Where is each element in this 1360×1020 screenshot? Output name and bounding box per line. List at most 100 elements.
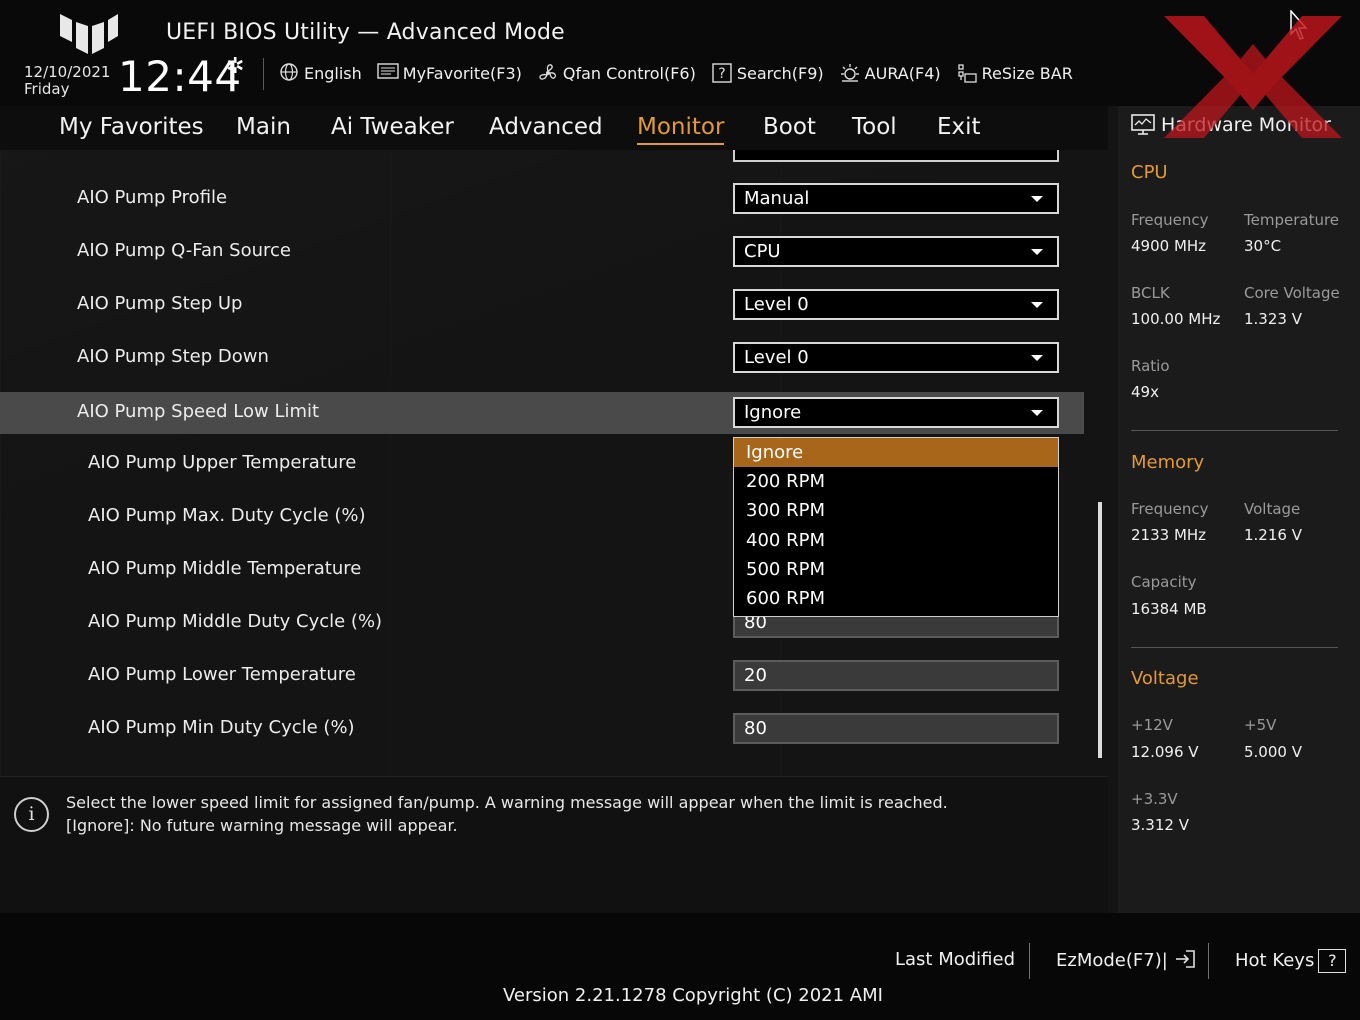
- header-divider: [263, 58, 264, 90]
- chevron-down-icon: [1031, 249, 1043, 255]
- memory-heading: Memory: [1131, 452, 1205, 473]
- memory-voltage-value: 1.216 V: [1244, 526, 1302, 544]
- chevron-down-icon: [1031, 302, 1043, 308]
- myfavorite-button[interactable]: MyFavorite(F3): [377, 62, 522, 84]
- core-voltage-value: 1.323 V: [1244, 310, 1302, 328]
- tab-my-favorites[interactable]: My Favorites: [59, 114, 204, 140]
- select-value: Level 0: [744, 294, 809, 315]
- date-display: 12/10/2021 Friday: [24, 64, 110, 98]
- setting-label: AIO Pump Profile: [77, 187, 228, 208]
- tab-exit[interactable]: Exit: [937, 114, 981, 140]
- aura-icon: [839, 62, 861, 84]
- resize-bar-button[interactable]: ReSize BAR: [956, 62, 1073, 84]
- select-value: Ignore: [744, 402, 802, 423]
- scrollbar[interactable]: [1098, 502, 1102, 758]
- select-value: Manual: [744, 188, 810, 209]
- lower-temperature-input[interactable]: 20: [733, 660, 1059, 691]
- setting-label: AIO Pump Q-Fan Source: [77, 240, 291, 261]
- setting-label: AIO Pump Lower Temperature: [88, 664, 356, 685]
- step-up-select[interactable]: Level 0: [733, 289, 1059, 320]
- hot-keys-button[interactable]: Hot Keys?: [1235, 949, 1347, 973]
- qfan-source-select[interactable]: CPU: [733, 236, 1059, 267]
- globe-icon: [278, 62, 300, 84]
- setting-label: AIO Pump Step Up: [77, 293, 243, 314]
- setting-row-step-up[interactable]: AIO Pump Step Up Level 0: [0, 284, 1084, 326]
- dropdown-option[interactable]: 200 RPM: [734, 467, 1058, 496]
- aura-button[interactable]: AURA(F4): [839, 62, 941, 84]
- tab-main[interactable]: Main: [236, 114, 291, 140]
- chevron-down-icon: [1031, 410, 1043, 416]
- footer-divider: [1208, 943, 1209, 979]
- setting-row-qfan-source[interactable]: AIO Pump Q-Fan Source CPU: [0, 231, 1084, 273]
- setting-label: AIO Pump Min Duty Cycle (%): [88, 717, 355, 738]
- main-tabs: My Favorites Main Ai Tweaker Advanced Mo…: [0, 106, 1108, 150]
- monitor-icon: [1131, 114, 1155, 135]
- tab-tool[interactable]: Tool: [852, 114, 897, 140]
- dropdown-option[interactable]: 300 RPM: [734, 496, 1058, 525]
- search-button[interactable]: ? Search(F9): [711, 62, 824, 84]
- fan-icon: [537, 62, 559, 84]
- qfan-control-label: Qfan Control(F6): [562, 63, 696, 83]
- setting-label: AIO Pump Step Down: [77, 346, 269, 367]
- resize-bar-label: ReSize BAR: [981, 63, 1073, 83]
- ezmode-button[interactable]: EzMode(F7)|: [1056, 949, 1196, 971]
- language-button[interactable]: English: [278, 62, 362, 84]
- memory-frequency-value: 2133 MHz: [1131, 526, 1207, 544]
- setting-row-step-down[interactable]: AIO Pump Step Down Level 0: [0, 337, 1084, 379]
- tab-advanced[interactable]: Advanced: [489, 114, 603, 140]
- voltage-heading: Voltage: [1131, 668, 1199, 689]
- capacity-label: Capacity: [1131, 573, 1197, 591]
- memory-frequency-label: Frequency: [1131, 500, 1209, 518]
- qfan-control-button[interactable]: Qfan Control(F6): [537, 62, 696, 84]
- dropdown-option[interactable]: 400 RPM: [734, 526, 1058, 555]
- cpu-temperature-value: 30°C: [1244, 237, 1282, 255]
- header: UEFI BIOS Utility — Advanced Mode 12/10/…: [0, 0, 1360, 106]
- setting-label: AIO Pump Upper Temperature: [88, 452, 357, 473]
- v33-value: 3.312 V: [1131, 816, 1189, 834]
- setting-row-min-duty-cycle[interactable]: AIO Pump Min Duty Cycle (%) 80: [0, 708, 1084, 750]
- bclk-value: 100.00 MHz: [1131, 310, 1221, 328]
- hardware-monitor-label: Hardware Monitor: [1161, 114, 1331, 136]
- setting-row-pump-profile[interactable]: AIO Pump Profile Manual: [0, 178, 1084, 220]
- section-divider: [1131, 430, 1338, 431]
- v33-label: +3.3V: [1131, 790, 1178, 808]
- setting-label: AIO Pump Speed Low Limit: [77, 401, 320, 422]
- search-icon: ?: [711, 62, 733, 84]
- tab-boot[interactable]: Boot: [763, 114, 816, 140]
- last-modified-button[interactable]: Last Modified: [895, 949, 1015, 970]
- pump-profile-select[interactable]: Manual: [733, 183, 1059, 214]
- hardware-monitor-panel: Hardware Monitor CPU Frequency Temperatu…: [1118, 106, 1360, 913]
- setting-row-speed-low-limit[interactable]: AIO Pump Speed Low Limit Ignore: [0, 392, 1084, 434]
- ratio-label: Ratio: [1131, 357, 1170, 375]
- cpu-temperature-label: Temperature: [1244, 211, 1340, 229]
- select-value: CPU: [744, 241, 781, 262]
- v5-value: 5.000 V: [1244, 743, 1302, 761]
- gear-icon[interactable]: ✲: [226, 54, 244, 79]
- cpu-heading: CPU: [1131, 162, 1168, 183]
- speed-low-limit-dropdown: Ignore 200 RPM 300 RPM 400 RPM 500 RPM 6…: [733, 437, 1059, 617]
- exit-arrow-icon: [1175, 950, 1195, 968]
- min-duty-cycle-input[interactable]: 80: [733, 713, 1059, 744]
- help-panel: i Select the lower speed limit for assig…: [0, 776, 1108, 913]
- favorite-icon: [377, 62, 399, 84]
- dropdown-option[interactable]: 600 RPM: [734, 584, 1058, 613]
- dropdown-option[interactable]: 500 RPM: [734, 555, 1058, 584]
- ratio-value: 49x: [1131, 383, 1159, 401]
- aura-label: AURA(F4): [864, 63, 941, 83]
- step-down-select[interactable]: Level 0: [733, 342, 1059, 373]
- myfavorite-label: MyFavorite(F3): [402, 63, 522, 83]
- footer: Last Modified EzMode(F7)| Hot Keys? Vers…: [0, 913, 1360, 1020]
- footer-divider: [1029, 943, 1030, 979]
- tab-monitor[interactable]: Monitor: [637, 114, 725, 145]
- previous-setting-field[interactable]: [733, 150, 1059, 162]
- v12-label: +12V: [1131, 716, 1173, 734]
- dropdown-option[interactable]: Ignore: [734, 438, 1058, 468]
- speed-low-limit-select[interactable]: Ignore: [733, 397, 1059, 428]
- setting-row-lower-temperature[interactable]: AIO Pump Lower Temperature 20: [0, 655, 1084, 697]
- help-text: Select the lower speed limit for assigne…: [66, 791, 948, 837]
- v5-label: +5V: [1244, 716, 1277, 734]
- help-line-2: [Ignore]: No future warning message will…: [66, 816, 458, 835]
- tab-ai-tweaker[interactable]: Ai Tweaker: [331, 114, 454, 140]
- svg-text:?: ?: [718, 66, 725, 82]
- memory-voltage-label: Voltage: [1244, 500, 1301, 518]
